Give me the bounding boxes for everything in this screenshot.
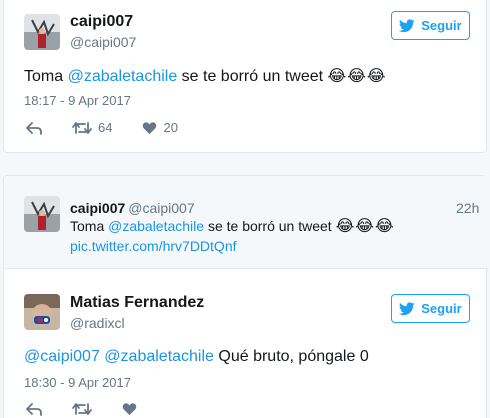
tweet-actions	[26, 402, 167, 416]
parent-time-ago[interactable]: 22h	[456, 200, 479, 216]
parent-author-name: caipi007	[70, 200, 126, 216]
like-button[interactable]	[122, 402, 137, 416]
mention-link[interactable]: @zabaletachile	[68, 68, 178, 85]
follow-label: Seguir	[421, 301, 462, 316]
tweet-actions: 64 20	[26, 120, 208, 135]
avatar[interactable]	[24, 294, 60, 330]
author-name[interactable]: Matias Fernandez	[70, 294, 204, 312]
like-count: 20	[163, 120, 178, 135]
follow-label: Seguir	[421, 18, 462, 33]
text-segment: Toma	[70, 218, 109, 234]
tweet-timestamp[interactable]: 18:30 - 9 Apr 2017	[24, 375, 131, 390]
parent-tweet-text: Toma @zabaletachile se te borró un tweet…	[70, 216, 395, 236]
text-segment: se te borró un tweet	[177, 68, 328, 85]
reply-button[interactable]	[26, 121, 42, 135]
parent-tweet[interactable]: caipi007 @caipi007 22h Toma @zabaletachil…	[4, 176, 488, 269]
avatar[interactable]	[24, 196, 60, 232]
author-handle[interactable]: @radixcl	[70, 315, 125, 331]
reply-icon	[26, 121, 42, 135]
heart-icon	[122, 403, 137, 416]
tweet-text: Toma @zabaletachile se te borró un tweet…	[24, 66, 387, 86]
author-handle[interactable]: @caipi007	[70, 34, 136, 50]
like-button[interactable]: 20	[142, 120, 178, 135]
follow-button[interactable]: Seguir	[391, 294, 470, 323]
parent-author-handle: @caipi007	[128, 200, 195, 216]
reply-icon	[26, 403, 42, 416]
emoji-group: 😂😂😂	[335, 218, 395, 235]
twitter-bird-icon	[399, 18, 415, 32]
mention-link[interactable]: @zabaletachile	[104, 348, 214, 365]
text-segment: se te borró un tweet	[204, 218, 336, 234]
retweet-button[interactable]: 64	[72, 120, 112, 135]
avatar[interactable]	[24, 14, 60, 50]
twitter-bird-icon	[399, 301, 415, 315]
follow-button[interactable]: Seguir	[391, 11, 470, 40]
tweet-card: caipi007 @caipi007 Seguir Toma @zabaleta…	[3, 0, 487, 153]
parent-author[interactable]: caipi007 @caipi007	[70, 200, 195, 216]
media-link[interactable]: pic.twitter.com/hrv7DDtQnf	[70, 238, 237, 254]
reply-button[interactable]	[26, 402, 42, 416]
mention-link[interactable]: @caipi007	[24, 348, 100, 365]
author-name[interactable]: caipi007	[70, 13, 133, 31]
retweet-count: 64	[98, 120, 113, 135]
heart-icon	[143, 121, 157, 134]
text-segment: Toma	[24, 68, 68, 85]
text-segment: Qué bruto, póngale 0	[213, 348, 369, 365]
emoji-group: 😂😂😂	[327, 68, 387, 85]
mention-link[interactable]: @zabaletachile	[108, 218, 204, 234]
retweet-icon	[72, 403, 92, 415]
retweet-icon	[72, 121, 92, 134]
tweet-timestamp[interactable]: 18:17 - 9 Apr 2017	[24, 93, 131, 108]
retweet-button[interactable]	[72, 402, 92, 416]
tweet-text: @caipi007 @zabaletachile Qué bruto, póng…	[24, 348, 369, 366]
reply-card: caipi007 @caipi007 22h Toma @zabaletachil…	[3, 175, 488, 418]
